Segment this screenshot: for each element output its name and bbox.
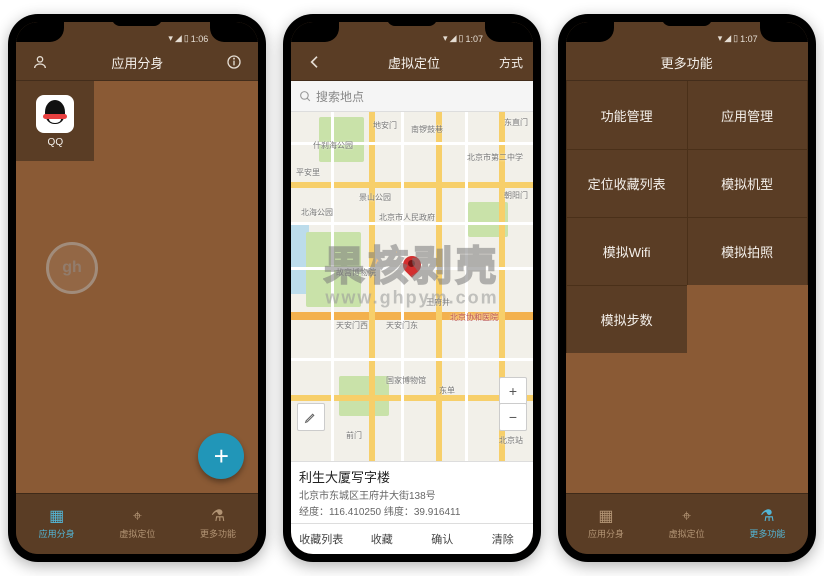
info-icon[interactable] [220,54,248,70]
phone-3: ▾ ◢ ▯ 1:07 更多功能 功能管理 应用管理 定位收藏列表 模拟机型 模拟… [558,14,816,562]
title-bar: 应用分身 [16,44,258,81]
map-label: 平安里 [296,167,320,178]
phone-2: ▾ ◢ ▯ 1:07 虚拟定位 方式 搜索地点 [283,14,541,562]
map-label: 北京协和医院 [450,312,498,323]
profile-icon[interactable] [26,54,54,70]
map-label: 北京市第二中学 [467,152,523,163]
phone-1: ▾ ◢ ▯ 1:06 应用分身 QQ + ▦ [8,14,266,562]
status-time: 1:07 [465,34,483,44]
cell-app-manage[interactable]: 应用管理 [687,81,808,149]
map-label: 北京站 [499,435,523,446]
nav-virtual-location[interactable]: ⌖ 虚拟定位 [97,494,178,554]
nav-location-icon: ⌖ [682,509,691,525]
page-title: 应用分身 [54,53,220,72]
page-title: 更多功能 [604,53,770,72]
nav-app-clone[interactable]: ▦ 应用分身 [566,494,647,554]
bottom-nav: ▦ 应用分身 ⌖ 虚拟定位 ⚗ 更多功能 [16,493,258,554]
app-tile-qq[interactable]: QQ [16,81,94,161]
nav-label: 虚拟定位 [119,527,155,540]
map-label: 天安门东 [386,320,418,331]
map-label: 天安门西 [336,320,368,331]
cell-location-favorites[interactable]: 定位收藏列表 [566,149,687,217]
app-grid: QQ + [16,81,258,493]
action-favorites-list[interactable]: 收藏列表 [291,524,352,554]
map-label: 什刹海公园 [313,140,353,151]
search-bar[interactable]: 搜索地点 [291,81,533,112]
add-button[interactable]: + [198,433,244,479]
battery-icon: ▯ [459,33,464,44]
nav-app-clone[interactable]: ▦ 应用分身 [16,494,97,554]
map-label: 东单 [439,385,455,396]
search-icon [299,90,312,103]
action-favorite[interactable]: 收藏 [351,524,412,554]
signal-icon: ◢ [175,33,182,44]
action-confirm[interactable]: 确认 [412,524,473,554]
map-label: 前门 [346,430,362,441]
zoom-in-button[interactable]: + [499,377,527,405]
map-label: 北海公园 [301,207,333,218]
cell-function-manage[interactable]: 功能管理 [566,81,687,149]
nav-label: 更多功能 [749,527,785,540]
signal-icon: ◢ [450,33,457,44]
location-address: 北京市东城区王府井大街138号 [299,487,525,502]
nav-more-icon: ⚗ [211,509,225,525]
nav-label: 应用分身 [39,527,75,540]
page-title: 虚拟定位 [329,53,499,72]
map[interactable]: 地安门 南锣鼓巷 东直门 什刹海公园 景山公园 北京市人民政府 北京站 天安门西… [291,112,533,461]
location-panel: 利生大厦写字楼 北京市东城区王府井大街138号 经度：116.410250 纬度… [291,461,533,523]
title-bar: 虚拟定位 方式 [291,44,533,81]
nav-more[interactable]: ⚗ 更多功能 [178,494,259,554]
nav-more-icon: ⚗ [760,509,774,525]
map-label: 朝阳门 [504,190,528,201]
cell-simulate-steps[interactable]: 模拟步数 [566,285,687,353]
app-label: QQ [48,137,64,148]
back-icon[interactable] [301,54,329,70]
cell-simulate-wifi[interactable]: 模拟Wifi [566,217,687,285]
watermark-circle: gh [46,242,98,294]
nav-virtual-location[interactable]: ⌖ 虚拟定位 [646,494,727,554]
qq-icon [36,95,74,133]
location-pin[interactable] [403,256,421,280]
nav-more[interactable]: ⚗ 更多功能 [727,494,808,554]
nav-clone-icon: ▦ [49,509,64,525]
wifi-icon: ▾ [168,33,173,44]
map-label: 北京市人民政府 [379,212,435,223]
zoom-out-button[interactable]: − [499,403,527,431]
nav-location-icon: ⌖ [133,509,142,525]
map-label: 地安门 [373,120,397,131]
map-label: 国家博物馆 [386,375,426,386]
function-grid: 功能管理 应用管理 定位收藏列表 模拟机型 模拟Wifi 模拟拍照 模拟步数 [566,81,808,493]
mode-button[interactable]: 方式 [499,54,523,71]
map-label: 故宫博物院 [336,267,376,278]
action-bar: 收藏列表 收藏 确认 清除 [291,523,533,554]
status-time: 1:06 [191,34,209,44]
bottom-nav: ▦ 应用分身 ⌖ 虚拟定位 ⚗ 更多功能 [566,493,808,554]
battery-icon: ▯ [184,33,189,44]
status-time: 1:07 [740,34,758,44]
cell-simulate-camera[interactable]: 模拟拍照 [687,217,808,285]
map-label: 南锣鼓巷 [411,124,443,135]
title-bar: 更多功能 [566,44,808,81]
map-label: 王府井 [426,297,450,308]
location-name: 利生大厦写字楼 [299,467,525,486]
action-clear[interactable]: 清除 [472,524,533,554]
nav-label: 应用分身 [588,527,624,540]
nav-label: 虚拟定位 [669,527,705,540]
wifi-icon: ▾ [443,33,448,44]
map-label: 东直门 [504,117,528,128]
edit-button[interactable] [297,403,325,431]
search-placeholder: 搜索地点 [316,88,364,105]
map-label: 景山公园 [359,192,391,203]
wifi-icon: ▾ [718,33,723,44]
nav-clone-icon: ▦ [598,509,613,525]
location-coordinates: 经度：116.410250 纬度：39.916411 [299,503,525,518]
nav-label: 更多功能 [200,527,236,540]
battery-icon: ▯ [733,33,738,44]
cell-simulate-model[interactable]: 模拟机型 [687,149,808,217]
signal-icon: ◢ [724,33,731,44]
